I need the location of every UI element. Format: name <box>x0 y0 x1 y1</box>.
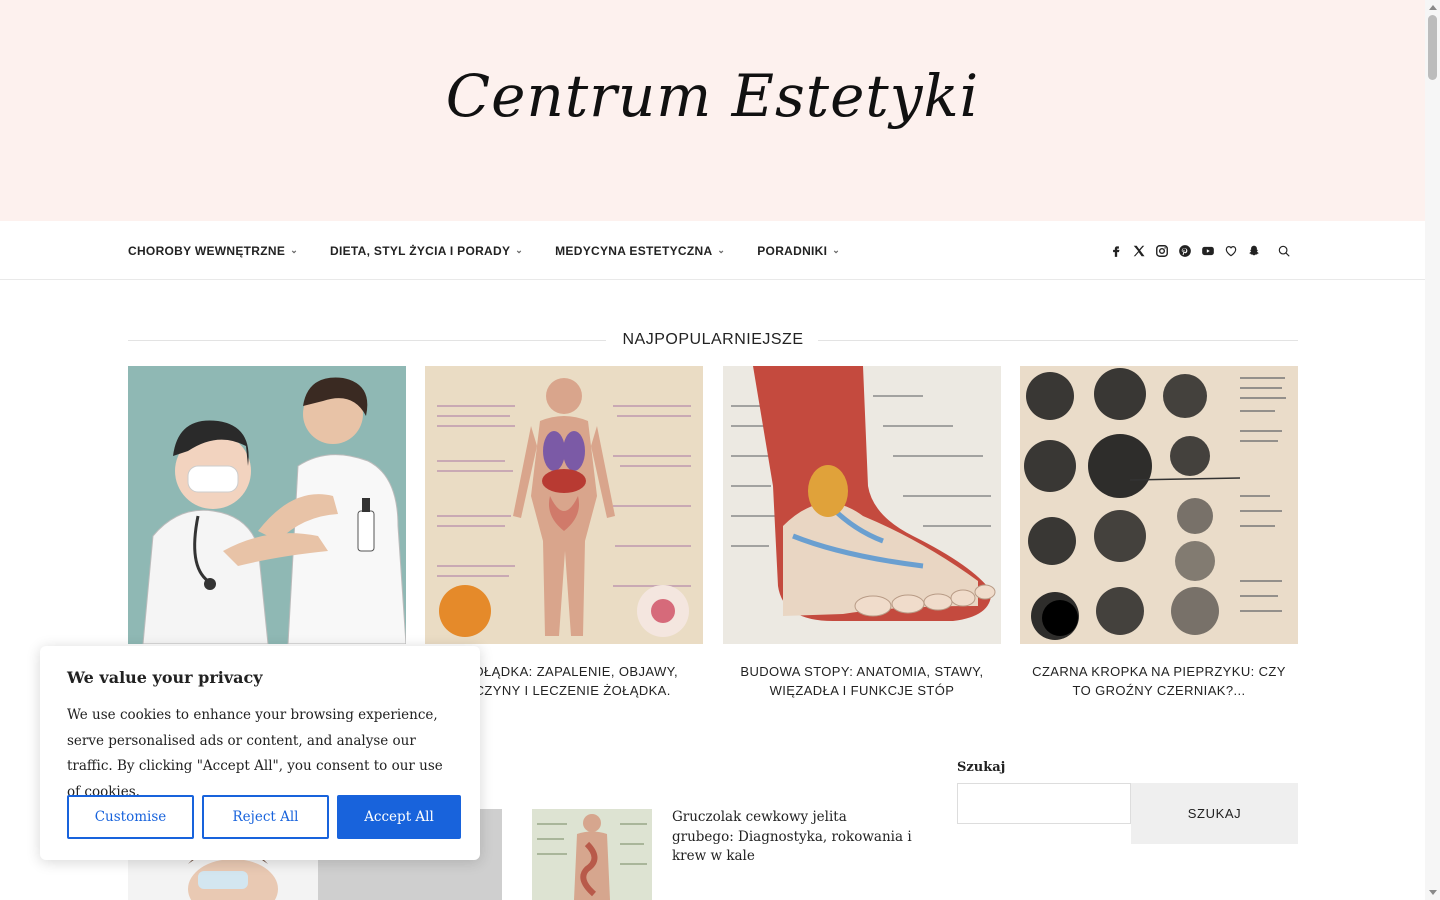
snapchat-icon[interactable] <box>1243 240 1265 262</box>
bloglovin-heart-icon[interactable] <box>1220 240 1242 262</box>
scroll-down-arrow-icon[interactable] <box>1429 890 1437 895</box>
section-title: NAJPOPULARNIEJSZE <box>612 331 814 348</box>
nav-item-label: MEDYCYNA ESTETYCZNA <box>555 243 713 258</box>
popular-card[interactable]: BUDOWA STOPY: ANATOMIA, STAWY, WIĘZADŁA … <box>723 366 1001 700</box>
chevron-down-icon: ⌄ <box>515 245 524 255</box>
post-thumbnail[interactable] <box>532 809 652 900</box>
x-twitter-icon[interactable] <box>1128 240 1150 262</box>
chevron-down-icon: ⌄ <box>290 245 299 255</box>
nav-item-poradniki[interactable]: PORADNIKI ⌄ <box>757 244 840 258</box>
post-title[interactable]: Gruczolak cewkowy jelita grubego: Diagno… <box>672 808 912 867</box>
nav-item-label: PORADNIKI <box>757 243 828 258</box>
nav-item-label: DIETA, STYL ŻYCIA I PORADY <box>330 243 511 258</box>
site-header: Centrum Estetyki <box>0 0 1425 221</box>
nav-menu: CHOROBY WEWNĘTRZNE ⌄ DIETA, STYL ŻYCIA I… <box>128 221 872 280</box>
popular-section-heading: NAJPOPULARNIEJSZE <box>128 328 1298 352</box>
chevron-down-icon: ⌄ <box>832 245 841 255</box>
accept-all-button[interactable]: Accept All <box>337 795 461 839</box>
nav-item-medycyna-estetyczna[interactable]: MEDYCYNA ESTETYCZNA ⌄ <box>555 244 725 258</box>
nav-item-choroby-wewnetrzne[interactable]: CHOROBY WEWNĘTRZNE ⌄ <box>128 244 298 258</box>
reject-all-button[interactable]: Reject All <box>202 795 329 839</box>
customise-button[interactable]: Customise <box>67 795 194 839</box>
cookie-buttons: Customise Reject All Accept All <box>67 795 469 839</box>
scroll-up-arrow-icon[interactable] <box>1429 5 1437 10</box>
nav-item-label: CHOROBY WEWNĘTRZNE <box>128 243 286 258</box>
cookie-consent-banner: We value your privacy We use cookies to … <box>40 646 480 860</box>
popular-card[interactable]: CZARNA KROPKA NA PIEPRZYKU: CZY TO GROŹN… <box>1020 366 1298 700</box>
sidebar-search-title: Szukaj <box>957 760 1006 775</box>
cookie-title: We value your privacy <box>67 668 263 687</box>
card-title[interactable]: CZARNA KROPKA NA PIEPRZYKU: CZY TO GROŹN… <box>1020 662 1298 700</box>
main-navigation: CHOROBY WEWNĘTRZNE ⌄ DIETA, STYL ŻYCIA I… <box>0 221 1425 280</box>
scrollbar-thumb[interactable] <box>1428 15 1437 80</box>
popular-card[interactable] <box>128 366 406 662</box>
card-image-foot[interactable] <box>723 366 1001 644</box>
sidebar-search-button[interactable]: SZUKAJ <box>1131 783 1298 844</box>
card-image-doctor[interactable] <box>128 366 406 644</box>
card-title[interactable]: BUDOWA STOPY: ANATOMIA, STAWY, WIĘZADŁA … <box>723 662 1001 700</box>
facebook-icon[interactable] <box>1105 240 1127 262</box>
page-scrollbar[interactable] <box>1425 0 1440 900</box>
nav-item-dieta[interactable]: DIETA, STYL ŻYCIA I PORADY ⌄ <box>330 244 523 258</box>
card-image-moles[interactable] <box>1020 366 1298 644</box>
sidebar-search-input[interactable] <box>957 783 1131 824</box>
youtube-icon[interactable] <box>1197 240 1219 262</box>
chevron-down-icon: ⌄ <box>717 245 726 255</box>
cookie-text: We use cookies to enhance your browsing … <box>67 707 443 800</box>
instagram-icon[interactable] <box>1151 240 1173 262</box>
social-icons <box>1104 221 1295 280</box>
search-icon[interactable] <box>1273 240 1295 262</box>
card-image-anatomy[interactable] <box>425 366 703 644</box>
pinterest-icon[interactable] <box>1174 240 1196 262</box>
site-logo[interactable]: Centrum Estetyki <box>0 62 1425 130</box>
